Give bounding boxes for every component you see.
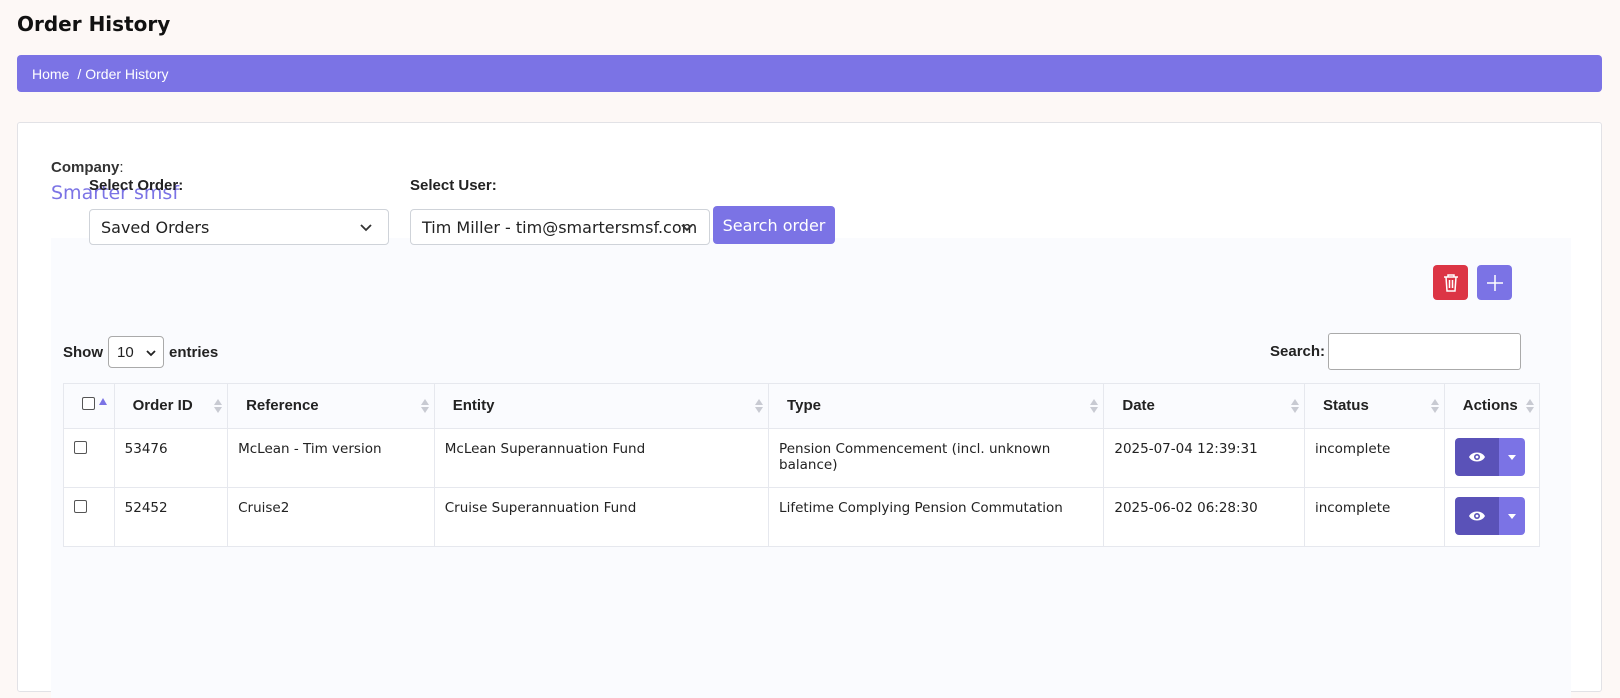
column-header-reference[interactable]: Reference bbox=[227, 383, 435, 429]
reference-cell: Cruise2 bbox=[227, 487, 435, 547]
column-header-order-id[interactable]: Order ID bbox=[113, 383, 229, 429]
caret-down-icon bbox=[1507, 513, 1516, 519]
column-header-actions[interactable]: Actions bbox=[1443, 383, 1541, 429]
chevron-down-icon bbox=[681, 224, 693, 232]
sort-icon bbox=[1290, 399, 1299, 413]
entries-per-page-value: 10 bbox=[117, 343, 134, 361]
add-order-button[interactable] bbox=[1477, 265, 1512, 300]
select-user-label: Select User: bbox=[410, 177, 497, 194]
table-row: 53476 McLean - Tim version McLean Supera… bbox=[63, 428, 1541, 488]
column-header-type[interactable]: Type bbox=[768, 383, 1105, 429]
table-header-row: Order ID Reference Entity Type Date Stat… bbox=[63, 383, 1541, 429]
company-label-colon: : bbox=[119, 159, 124, 176]
order-id-cell: 53476 bbox=[113, 428, 229, 488]
column-header-entity[interactable]: Entity bbox=[433, 383, 770, 429]
show-label: Show bbox=[63, 343, 103, 361]
search-input[interactable] bbox=[1328, 333, 1522, 370]
date-cell: 2025-06-02 06:28:30 bbox=[1103, 487, 1305, 547]
row-actions bbox=[1454, 497, 1529, 535]
plus-icon bbox=[1486, 274, 1503, 291]
column-header-label: Date bbox=[1122, 397, 1155, 414]
type-cell: Lifetime Complying Pension Commutation bbox=[768, 487, 1105, 547]
column-header-label: Status bbox=[1322, 397, 1369, 414]
row-checkbox[interactable] bbox=[74, 500, 87, 513]
orders-table: Order ID Reference Entity Type Date Stat… bbox=[63, 383, 1541, 547]
chevron-down-icon bbox=[360, 224, 372, 232]
row-actions bbox=[1454, 438, 1529, 476]
trash-icon bbox=[1443, 273, 1458, 292]
eye-icon bbox=[1468, 452, 1485, 462]
column-header-date[interactable]: Date bbox=[1103, 383, 1305, 429]
select-user-value: Tim Miller - tim@smartersmsf.com bbox=[422, 217, 698, 237]
sort-icon bbox=[1430, 399, 1439, 413]
row-actions-dropdown-toggle[interactable] bbox=[1498, 438, 1525, 476]
table-search: Search: bbox=[1270, 333, 1522, 370]
select-all-header bbox=[63, 383, 115, 429]
entity-cell: McLean Superannuation Fund bbox=[433, 428, 770, 488]
row-select-cell bbox=[63, 428, 115, 488]
select-order-dropdown[interactable]: Saved Orders bbox=[89, 209, 389, 245]
entries-label: entries bbox=[169, 343, 219, 361]
show-entries-control: Show 10 entries bbox=[63, 336, 218, 368]
row-actions-dropdown-toggle[interactable] bbox=[1498, 497, 1525, 535]
column-header-label: Actions bbox=[1462, 397, 1518, 414]
delete-button[interactable] bbox=[1433, 265, 1468, 300]
column-header-label: Type bbox=[787, 397, 821, 414]
actions-cell bbox=[1443, 428, 1541, 488]
sort-icon bbox=[1090, 399, 1099, 413]
reference-cell: McLean - Tim version bbox=[227, 428, 435, 488]
eye-icon bbox=[1468, 511, 1485, 521]
type-cell: Pension Commencement (incl. unknown bala… bbox=[768, 428, 1105, 488]
search-label: Search: bbox=[1270, 343, 1326, 360]
search-order-button[interactable]: Search order bbox=[713, 206, 835, 244]
breadcrumb-separator: / bbox=[77, 65, 82, 82]
company-label-text: Company bbox=[51, 159, 120, 176]
status-cell: incomplete bbox=[1303, 487, 1445, 547]
sort-icon bbox=[755, 399, 764, 413]
select-all-checkbox[interactable] bbox=[82, 397, 95, 410]
table-row: 52452 Cruise2 Cruise Superannuation Fund… bbox=[63, 487, 1541, 547]
select-order-label: Select Order: bbox=[89, 177, 184, 194]
status-cell: incomplete bbox=[1303, 428, 1445, 488]
row-select-cell bbox=[63, 487, 115, 547]
date-cell: 2025-07-04 12:39:31 bbox=[1103, 428, 1305, 488]
sort-icon bbox=[1526, 399, 1534, 413]
order-id-cell: 52452 bbox=[113, 487, 229, 547]
row-checkbox[interactable] bbox=[74, 441, 87, 454]
company-label: Company: bbox=[51, 159, 124, 176]
sort-icon bbox=[420, 399, 429, 413]
actions-cell bbox=[1443, 487, 1541, 547]
breadcrumb-current: Order History bbox=[85, 65, 169, 82]
view-order-button[interactable] bbox=[1454, 497, 1499, 535]
breadcrumb: Home / Order History bbox=[17, 55, 1602, 92]
column-header-label: Order ID bbox=[132, 397, 193, 414]
page-title: Order History bbox=[17, 12, 171, 36]
chevron-down-icon bbox=[146, 350, 156, 357]
sort-asc-icon[interactable] bbox=[99, 398, 107, 405]
sort-icon bbox=[214, 399, 223, 413]
column-header-label: Reference bbox=[246, 397, 319, 414]
column-header-status[interactable]: Status bbox=[1303, 383, 1445, 429]
entries-per-page-select[interactable]: 10 bbox=[108, 336, 164, 368]
breadcrumb-home-link[interactable]: Home bbox=[32, 66, 69, 82]
view-order-button[interactable] bbox=[1454, 438, 1499, 476]
caret-down-icon bbox=[1507, 454, 1516, 460]
column-header-label: Entity bbox=[452, 397, 495, 414]
select-order-value: Saved Orders bbox=[101, 217, 210, 237]
select-user-dropdown[interactable]: Tim Miller - tim@smartersmsf.com bbox=[410, 209, 710, 245]
entity-cell: Cruise Superannuation Fund bbox=[433, 487, 770, 547]
